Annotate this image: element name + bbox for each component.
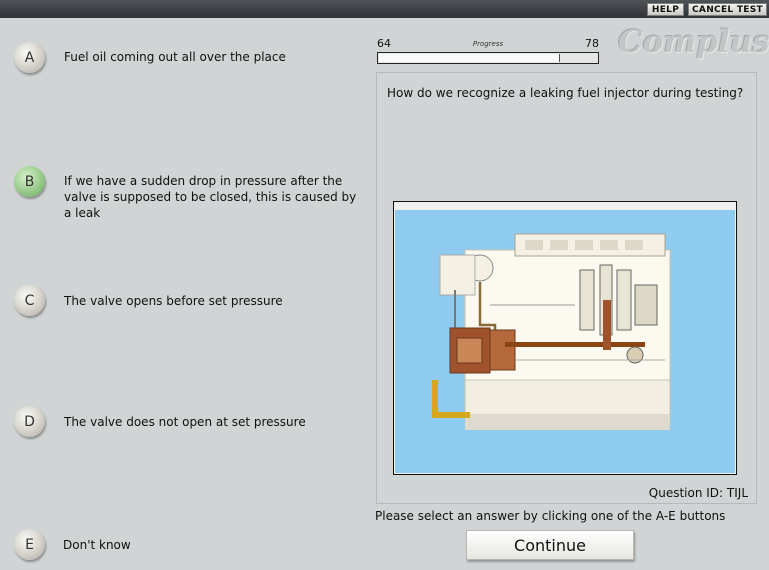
continue-button[interactable]: Continue: [466, 530, 634, 560]
option-b-text: If we have a sudden drop in pressure aft…: [64, 174, 357, 220]
option-a-button[interactable]: A: [14, 42, 45, 73]
question-text: How do we recognize a leaking fuel injec…: [387, 86, 744, 100]
complus-logo: Complus: [618, 24, 769, 60]
progress-bar: [377, 52, 599, 64]
progress-indicator: 64 Progress 78: [377, 37, 599, 65]
option-c-text: The valve opens before set pressure: [64, 294, 283, 308]
engine-illustration: [393, 201, 737, 475]
option-c-button[interactable]: C: [14, 285, 45, 316]
question-id: Question ID: TIJL: [648, 486, 748, 500]
progress-label: Progress: [472, 40, 504, 48]
cancel-test-button[interactable]: CANCEL TEST: [688, 3, 767, 16]
question-panel: How do we recognize a leaking fuel injec…: [376, 72, 757, 504]
progress-total: 78: [585, 37, 599, 50]
option-b-button[interactable]: B: [14, 166, 45, 197]
option-a-text: Fuel oil coming out all over the place: [64, 50, 286, 64]
instruction-text: Please select an answer by clicking one …: [375, 509, 726, 523]
option-d-text: The valve does not open at set pressure: [64, 415, 306, 429]
illustration-background: [395, 210, 735, 473]
option-e-button[interactable]: E: [14, 529, 45, 560]
option-d-button[interactable]: D: [14, 406, 45, 437]
help-button[interactable]: HELP: [647, 3, 684, 16]
engine-diagram-image: [432, 233, 671, 430]
option-e-text: Don't know: [63, 538, 131, 552]
top-bar: HELP CANCEL TEST: [0, 0, 769, 18]
progress-bar-fill: [379, 54, 560, 62]
